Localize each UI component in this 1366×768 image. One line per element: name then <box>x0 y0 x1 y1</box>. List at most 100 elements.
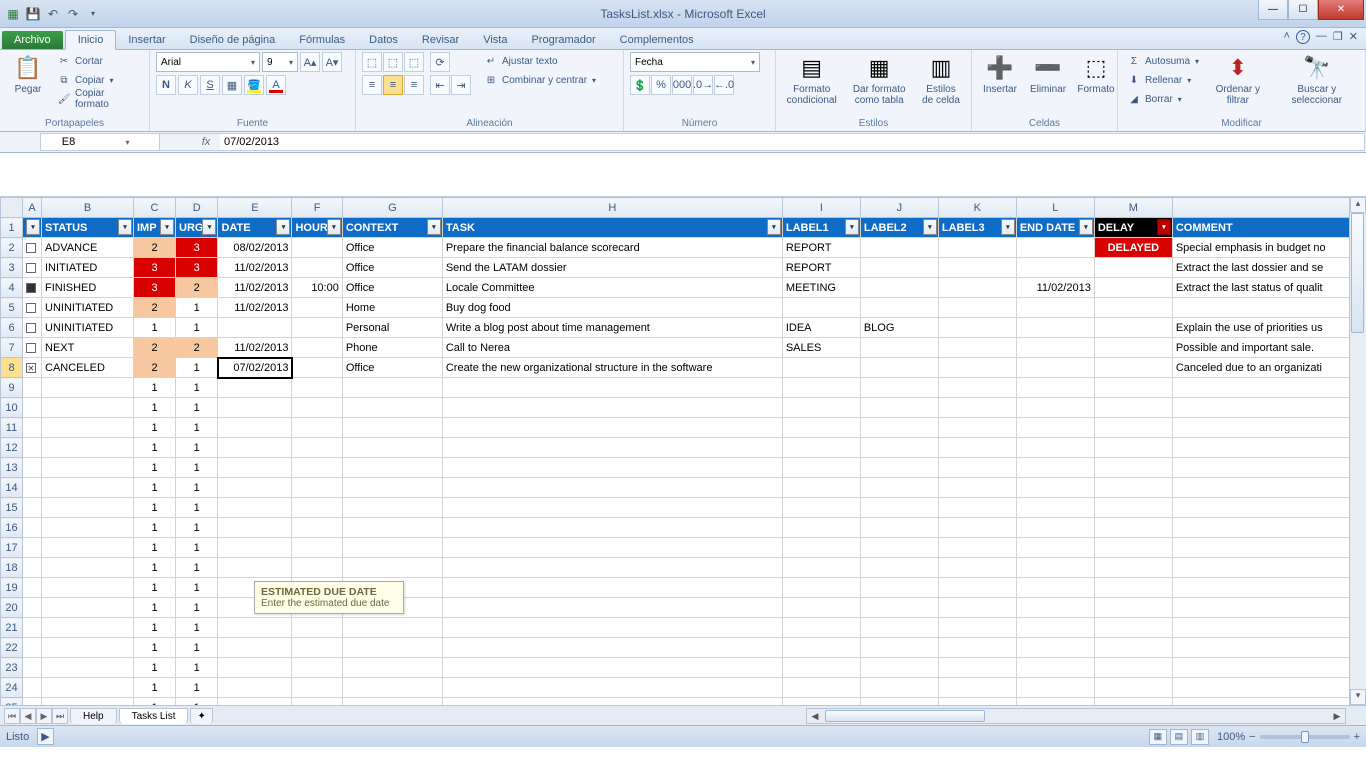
filter-header[interactable]: ▾ <box>23 218 42 238</box>
zoom-level[interactable]: 100% <box>1217 731 1245 743</box>
cell[interactable] <box>342 418 442 438</box>
cell[interactable] <box>342 658 442 678</box>
cell[interactable] <box>1016 598 1094 618</box>
cell[interactable] <box>938 478 1016 498</box>
cell[interactable] <box>23 698 42 706</box>
tab-revisar[interactable]: Revisar <box>410 31 471 49</box>
cell[interactable] <box>23 438 42 458</box>
cell[interactable]: 3 <box>134 278 176 298</box>
cell[interactable] <box>292 398 342 418</box>
cell[interactable] <box>1172 478 1352 498</box>
filter-header[interactable]: CONTEXT▾ <box>342 218 442 238</box>
cell[interactable] <box>442 438 782 458</box>
increase-font-icon[interactable]: A▴ <box>300 52 320 72</box>
cell[interactable] <box>442 658 782 678</box>
row-header[interactable]: 23 <box>1 658 23 678</box>
cell[interactable] <box>1016 518 1094 538</box>
cell[interactable]: 1 <box>134 418 176 438</box>
filter-header[interactable]: IMP▾ <box>134 218 176 238</box>
cell[interactable] <box>1094 498 1172 518</box>
cell[interactable] <box>342 378 442 398</box>
row-header[interactable]: 5 <box>1 298 23 318</box>
cell[interactable] <box>1094 458 1172 478</box>
cell[interactable] <box>782 478 860 498</box>
cell[interactable] <box>782 678 860 698</box>
cell[interactable] <box>1172 698 1352 706</box>
cell[interactable] <box>292 638 342 658</box>
cell[interactable] <box>1016 698 1094 706</box>
cell[interactable] <box>442 638 782 658</box>
cell[interactable]: 1 <box>176 538 218 558</box>
cell[interactable] <box>1016 578 1094 598</box>
cell[interactable]: REPORT <box>782 258 860 278</box>
cell[interactable] <box>938 498 1016 518</box>
cell[interactable] <box>218 698 292 706</box>
cell[interactable] <box>292 238 342 258</box>
cell[interactable]: Office <box>342 278 442 298</box>
cell[interactable]: Explain the use of priorities us <box>1172 318 1352 338</box>
cell[interactable]: 1 <box>176 658 218 678</box>
filter-header[interactable]: LABEL2▾ <box>860 218 938 238</box>
filter-icon[interactable]: ▾ <box>202 219 216 235</box>
row-header[interactable]: 7 <box>1 338 23 358</box>
cell[interactable]: 1 <box>134 698 176 706</box>
cell[interactable] <box>218 638 292 658</box>
cell[interactable] <box>342 518 442 538</box>
redo-icon[interactable]: ↷ <box>64 5 82 23</box>
cell[interactable] <box>342 538 442 558</box>
cell[interactable]: 1 <box>176 678 218 698</box>
cell[interactable]: 1 <box>134 638 176 658</box>
new-sheet-icon[interactable]: ✦ <box>190 708 212 724</box>
cell[interactable]: 2 <box>176 278 218 298</box>
workbook-minimize-icon[interactable]: — <box>1316 30 1327 44</box>
cell[interactable]: Buy dog food <box>442 298 782 318</box>
cell[interactable]: 1 <box>134 498 176 518</box>
row-header[interactable]: 8 <box>1 358 23 378</box>
cell[interactable] <box>782 658 860 678</box>
cell[interactable] <box>292 358 342 378</box>
cell[interactable] <box>1172 678 1352 698</box>
cell[interactable] <box>860 238 938 258</box>
zoom-thumb[interactable] <box>1301 731 1309 743</box>
cell[interactable]: NEXT <box>42 338 134 358</box>
row-header[interactable]: 22 <box>1 638 23 658</box>
cell[interactable] <box>1094 538 1172 558</box>
filter-icon[interactable]: ▾ <box>276 219 290 235</box>
col-header[interactable]: A <box>23 198 42 218</box>
tab-complementos[interactable]: Complementos <box>608 31 706 49</box>
cell[interactable]: Possible and important sale. <box>1172 338 1352 358</box>
cell[interactable]: 11/02/2013 <box>218 338 292 358</box>
row-header[interactable]: 2 <box>1 238 23 258</box>
cell[interactable] <box>938 398 1016 418</box>
cell[interactable]: Extract the last dossier and se <box>1172 258 1352 278</box>
cell[interactable]: 2 <box>176 338 218 358</box>
cell[interactable] <box>938 558 1016 578</box>
cell[interactable] <box>218 678 292 698</box>
minimize-ribbon-icon[interactable]: ˄ <box>1283 30 1289 44</box>
filter-header[interactable]: DATE▾ <box>218 218 292 238</box>
filter-icon[interactable]: ▾ <box>327 219 341 235</box>
format-painter-button[interactable]: 🖌Copiar formato <box>54 90 143 108</box>
row-header[interactable]: 25 <box>1 698 23 706</box>
italic-button[interactable]: K <box>178 75 198 95</box>
cell[interactable]: 11/02/2013 <box>218 258 292 278</box>
delete-cells-button[interactable]: ➖Eliminar <box>1026 52 1070 97</box>
cell[interactable] <box>42 478 134 498</box>
row-header[interactable]: 17 <box>1 538 23 558</box>
currency-icon[interactable]: 💲 <box>630 75 650 95</box>
cell[interactable] <box>1016 258 1094 278</box>
cell[interactable] <box>782 558 860 578</box>
cell[interactable] <box>218 558 292 578</box>
cell[interactable] <box>1172 398 1352 418</box>
cell[interactable]: Special emphasis in budget no <box>1172 238 1352 258</box>
format-as-table-button[interactable]: ▦Dar formato como tabla <box>845 52 913 108</box>
cell[interactable] <box>1094 398 1172 418</box>
cell[interactable] <box>292 318 342 338</box>
cell[interactable] <box>860 638 938 658</box>
filter-header[interactable]: COMMENT <box>1172 218 1352 238</box>
sort-filter-button[interactable]: ⬍Ordenar y filtrar <box>1205 52 1271 108</box>
scroll-thumb[interactable] <box>1351 213 1364 333</box>
cell[interactable] <box>218 398 292 418</box>
cell[interactable] <box>1094 318 1172 338</box>
cell[interactable] <box>1016 458 1094 478</box>
